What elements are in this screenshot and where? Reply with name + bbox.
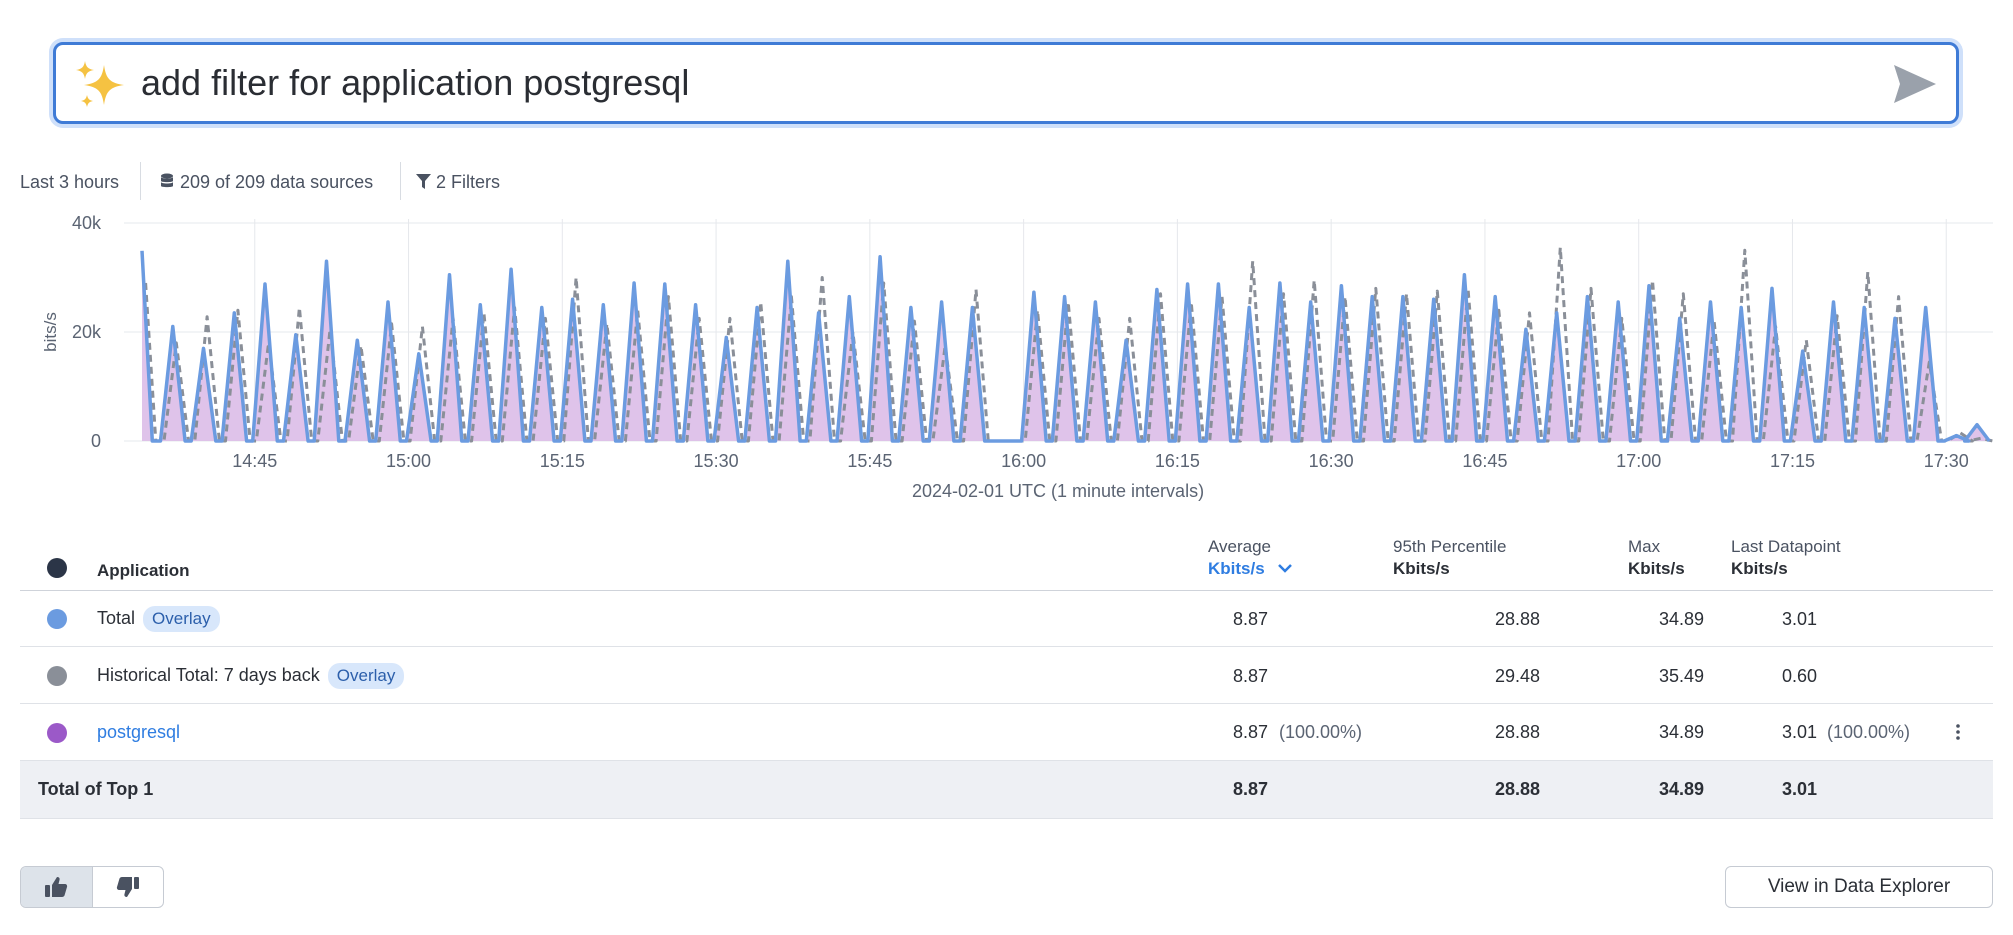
- thumbs-down-icon: [116, 877, 139, 897]
- historical-last: 0.60: [1782, 666, 1818, 686]
- total-row-p95: 28.88: [1494, 779, 1540, 799]
- postgresql-average-pct: (100.00%): [1279, 722, 1363, 742]
- historical-color-dot: [47, 666, 67, 686]
- more-options-icon[interactable]: [1955, 722, 1961, 742]
- x-tick-label: 16:30: [1309, 451, 1354, 471]
- postgresql-max: 34.89: [1658, 722, 1704, 742]
- total-max: 34.89: [1658, 609, 1704, 629]
- y-tick-label: 20k: [72, 322, 102, 342]
- last-datapoint-label: Last Datapoint: [1731, 537, 1841, 556]
- query-bar[interactable]: add filter for application postgresql: [53, 42, 1959, 124]
- average-label: Average: [1208, 537, 1272, 556]
- x-tick-label: 16:15: [1155, 451, 1200, 471]
- table-row-total-name: Total Overlay: [97, 606, 220, 632]
- row-name: Total: [97, 608, 136, 628]
- total-last: 3.01: [1782, 609, 1818, 629]
- total-color-dot: [47, 609, 67, 629]
- total-row-last: 3.01: [1782, 779, 1818, 799]
- p95-label: 95th Percentile: [1393, 537, 1507, 556]
- p95-unit: Kbits/s: [1393, 559, 1450, 578]
- x-tick-label: 17:00: [1616, 451, 1661, 471]
- row-name: Historical Total: 7 days back: [97, 665, 320, 685]
- max-label: Max: [1628, 537, 1661, 556]
- postgresql-average: 8.87: [1232, 722, 1268, 742]
- overlay-badge: Overlay: [143, 606, 220, 632]
- postgresql-link[interactable]: postgresql: [97, 720, 180, 744]
- column-header-average[interactable]: Average Kbits/s: [1208, 536, 1293, 580]
- thumbs-up-button[interactable]: [21, 867, 93, 907]
- historical-p95: 29.48: [1494, 666, 1540, 686]
- filters-label: 2 Filters: [436, 172, 501, 192]
- x-tick-label: 16:00: [1001, 451, 1046, 471]
- total-row-name: Total of Top 1: [38, 779, 154, 799]
- x-tick-label: 15:00: [386, 451, 431, 471]
- x-tick-label: 14:45: [232, 451, 277, 471]
- total-p95: 28.88: [1494, 609, 1540, 629]
- filters-selector[interactable]: 2 Filters: [416, 166, 500, 198]
- postgresql-last: 3.01: [1782, 722, 1818, 742]
- thumbs-up-icon: [45, 877, 68, 897]
- postgresql-color-dot: [47, 723, 67, 743]
- time-range-selector[interactable]: Last 3 hours: [20, 166, 119, 198]
- toolbar-divider: [140, 162, 141, 200]
- header-color-dot: [47, 558, 67, 578]
- postgresql-p95: 28.88: [1494, 722, 1540, 742]
- overlay-badge: Overlay: [327, 663, 405, 689]
- view-in-data-explorer-button[interactable]: View in Data Explorer: [1725, 866, 1993, 908]
- y-tick-label: 40k: [72, 213, 102, 233]
- x-tick-label: 15:15: [540, 451, 585, 471]
- column-header-max[interactable]: Max Kbits/s: [1628, 536, 1685, 580]
- x-tick-label: 15:30: [694, 451, 739, 471]
- toolbar-divider: [400, 162, 401, 200]
- feedback-buttons: [20, 866, 164, 908]
- table-row-historical-name: Historical Total: 7 days back Overlay: [97, 663, 405, 689]
- x-tick-label: 15:45: [847, 451, 892, 471]
- chevron-down-icon[interactable]: [1277, 562, 1293, 574]
- column-header-last-datapoint[interactable]: Last Datapoint Kbits/s: [1731, 536, 1841, 580]
- postgresql-last-pct: (100.00%): [1827, 722, 1911, 742]
- column-header-p95[interactable]: 95th Percentile Kbits/s: [1393, 536, 1506, 580]
- data-sources-label: 209 of 209 data sources: [180, 172, 374, 192]
- column-header-application[interactable]: Application: [97, 560, 190, 582]
- database-icon: [161, 173, 173, 188]
- data-sources-selector[interactable]: 209 of 209 data sources: [160, 166, 373, 198]
- historical-max: 35.49: [1658, 666, 1704, 686]
- x-tick-label: 17:15: [1770, 451, 1815, 471]
- traffic-chart: 0 20k 40k 14:45 15:00 15:15 15:30 15:45 16:00 16…: [41, 213, 1994, 501]
- funnel-icon: [416, 174, 431, 189]
- last-datapoint-unit: Kbits/s: [1731, 559, 1788, 578]
- row-divider: [20, 703, 1993, 704]
- x-tick-label: 17:30: [1924, 451, 1969, 471]
- y-axis-label: bits/s: [41, 312, 60, 352]
- x-axis-label: 2024-02-01 UTC (1 minute intervals): [912, 481, 1204, 501]
- average-unit: Kbits/s: [1208, 559, 1265, 578]
- row-divider: [20, 646, 1993, 647]
- x-axis-ticks: 14:45 15:00 15:15 15:30 15:45 16:00 16:15 16:30…: [232, 451, 1969, 471]
- header-divider: [20, 590, 1993, 591]
- query-input[interactable]: add filter for application postgresql: [141, 45, 689, 121]
- total-average: 8.87: [1232, 609, 1268, 629]
- total-row-max: 34.89: [1658, 779, 1704, 799]
- historical-average: 8.87: [1232, 666, 1268, 686]
- y-tick-label: 0: [91, 431, 101, 451]
- send-icon[interactable]: [1892, 63, 1938, 105]
- y-axis-ticks: 0 20k 40k: [72, 213, 102, 451]
- total-row-average: 8.87: [1232, 779, 1268, 799]
- thumbs-down-button[interactable]: [93, 867, 164, 907]
- sparkle-icon: [76, 61, 124, 107]
- max-unit: Kbits/s: [1628, 559, 1685, 578]
- x-tick-label: 16:45: [1462, 451, 1507, 471]
